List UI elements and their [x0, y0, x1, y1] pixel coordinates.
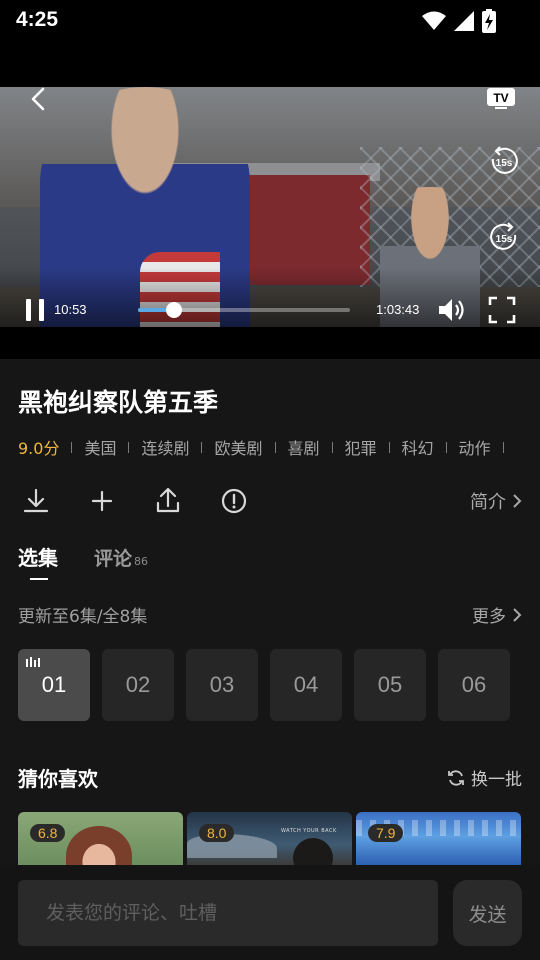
status-time: 4:25 — [16, 8, 59, 31]
episode-button[interactable]: 02 — [102, 649, 174, 721]
tag-divider — [331, 441, 333, 453]
report-icon[interactable] — [219, 486, 249, 516]
tag-divider — [274, 441, 276, 453]
episode-number: 01 — [41, 672, 67, 697]
content-tabs: 选集 评论 86 — [18, 542, 148, 580]
wifi-icon — [422, 11, 446, 30]
chevron-right-icon — [513, 494, 522, 508]
show-title: 黑袍纠察队第五季 — [18, 388, 219, 417]
tag-item[interactable]: 犯罪 — [345, 436, 377, 458]
player-bottom-band — [0, 327, 540, 359]
poster-score: 8.0 — [199, 824, 235, 842]
tag-divider — [445, 441, 447, 453]
more-label: 更多 — [472, 607, 506, 627]
video-player[interactable]: TV 15s 15s 10:53 1:03:43 — [0, 87, 540, 327]
back-arrow-icon[interactable] — [24, 87, 56, 111]
total-time: 1:03:43 — [376, 302, 420, 317]
refresh-label: 换一批 — [471, 770, 522, 790]
rewind-label: 15s — [496, 158, 513, 169]
recommend-posters: 6.8 WATCH YOUR BACK 8.0 7.9 — [18, 812, 521, 866]
seek-bar-handle[interactable] — [166, 302, 183, 318]
action-row: 简介 — [0, 484, 540, 518]
chevron-right-icon — [513, 607, 522, 622]
comment-input[interactable] — [18, 880, 438, 946]
rewind-15s-button[interactable]: 15s — [488, 145, 520, 177]
episode-button[interactable]: 03 — [186, 649, 258, 721]
current-time: 10:53 — [54, 302, 87, 317]
signal-icon — [454, 11, 474, 31]
tag-divider — [502, 441, 504, 453]
refresh-button[interactable]: 换一批 — [447, 765, 522, 790]
episode-button[interactable]: 06 — [438, 649, 510, 721]
poster-image — [66, 826, 132, 866]
poster-card[interactable]: 7.9 — [356, 812, 521, 866]
status-bar: 4:25 — [0, 0, 540, 44]
poster-image — [293, 838, 333, 866]
show-score: 9.0分 — [18, 439, 60, 458]
tag-item[interactable]: 欧美剧 — [214, 436, 262, 458]
battery-charging-icon — [482, 9, 496, 33]
episode-number: 05 — [377, 672, 403, 697]
rewind-icon: 15s — [491, 146, 518, 174]
poster-caption: WATCH YOUR BACK — [281, 828, 337, 834]
episode-number: 06 — [461, 672, 487, 697]
episode-number: 02 — [125, 672, 151, 697]
poster-card[interactable]: 6.8 — [18, 812, 183, 866]
intro-button[interactable]: 简介 — [470, 488, 522, 514]
tab-comments[interactable]: 评论 86 — [94, 544, 148, 571]
tv-icon: TV — [487, 88, 515, 109]
tag-item[interactable]: 喜剧 — [288, 436, 320, 458]
add-icon[interactable] — [87, 486, 117, 516]
forward-label: 15s — [496, 234, 513, 245]
episode-button[interactable]: 05 — [354, 649, 426, 721]
tag-divider — [71, 441, 73, 453]
poster-card[interactable]: WATCH YOUR BACK 8.0 — [187, 812, 352, 866]
episode-button[interactable]: 01 — [18, 649, 90, 721]
status-icons — [422, 9, 496, 33]
tag-item[interactable]: 连续剧 — [141, 436, 189, 458]
tab-comments-label: 评论 — [94, 548, 133, 570]
show-tags: 9.0分 美国 连续剧 欧美剧 喜剧 犯罪 科幻 动作 — [18, 436, 540, 458]
volume-icon[interactable] — [436, 295, 466, 325]
send-button[interactable]: 发送 — [453, 880, 522, 946]
poster-score: 6.8 — [30, 824, 66, 842]
episode-number: 04 — [293, 672, 319, 697]
seek-bar[interactable] — [138, 302, 350, 318]
episode-button[interactable]: 04 — [270, 649, 342, 721]
fullscreen-icon[interactable] — [488, 296, 516, 324]
recommend-title: 猜你喜欢 — [18, 767, 98, 791]
tag-divider — [201, 441, 203, 453]
tab-episodes[interactable]: 选集 — [18, 542, 58, 580]
refresh-icon — [448, 769, 464, 786]
forward-icon: 15s — [490, 222, 517, 250]
tv-label: TV — [493, 91, 508, 105]
share-icon[interactable] — [153, 486, 183, 516]
recommend-header: 猜你喜欢 换一批 — [18, 763, 522, 792]
tag-divider — [388, 441, 390, 453]
forward-15s-button[interactable]: 15s — [488, 221, 520, 253]
poster-score: 7.9 — [368, 824, 404, 842]
pause-icon[interactable] — [24, 297, 48, 323]
cast-tv-button[interactable]: TV — [486, 87, 518, 111]
playing-wave-icon — [26, 657, 40, 667]
tag-item[interactable]: 动作 — [459, 436, 491, 458]
episode-list: 01 02 03 04 05 06 — [18, 649, 510, 721]
episodes-header: 更新至6集/全8集 更多 — [18, 602, 522, 627]
intro-label: 简介 — [470, 492, 506, 513]
tag-item[interactable]: 科幻 — [402, 436, 434, 458]
episodes-status: 更新至6集/全8集 — [18, 607, 148, 627]
download-icon[interactable] — [21, 486, 51, 516]
tag-item[interactable]: 美国 — [84, 436, 116, 458]
tag-divider — [128, 441, 130, 453]
player-top-band — [0, 44, 540, 87]
comments-count: 86 — [134, 555, 149, 568]
episodes-more-button[interactable]: 更多 — [472, 602, 522, 627]
episode-number: 03 — [209, 672, 235, 697]
